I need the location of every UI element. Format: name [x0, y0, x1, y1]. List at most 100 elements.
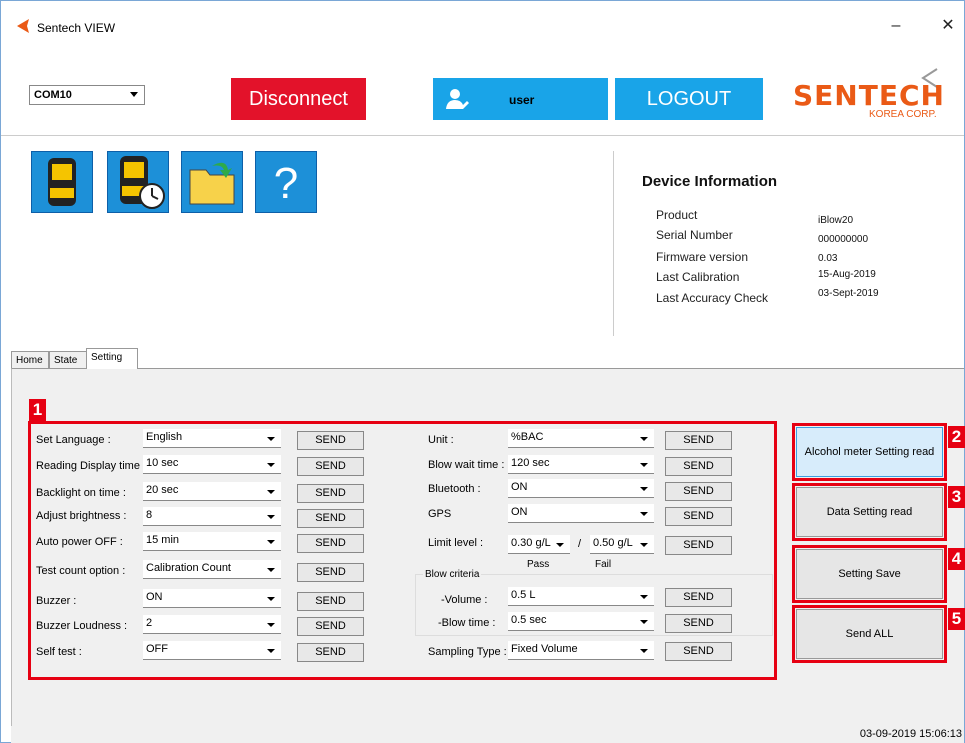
send-button[interactable]: SEND: [297, 563, 364, 582]
device-info-value: 15-Aug-2019: [818, 269, 876, 280]
device-info-label: Last Accuracy Check: [656, 291, 769, 305]
buzzer-loudness-select[interactable]: 2: [143, 615, 281, 634]
send-button[interactable]: SEND: [665, 482, 732, 501]
device-info-title: Device Information: [642, 173, 778, 190]
blow-wait-select[interactable]: 120 sec: [508, 455, 654, 474]
com-port-select[interactable]: COM10: [29, 85, 145, 105]
logo-brand: SENTECH: [793, 79, 945, 112]
volume-select[interactable]: 0.5 L: [508, 587, 654, 606]
brightness-select[interactable]: 8: [143, 507, 281, 526]
auto-power-select[interactable]: 15 min: [143, 532, 281, 551]
user-name: user: [509, 93, 535, 107]
blow-time-select[interactable]: 0.5 sec: [508, 612, 654, 631]
chevron-down-icon: [640, 512, 648, 516]
device-info-value: iBlow20: [818, 215, 854, 226]
setting-label: Self test :: [36, 646, 82, 658]
tab-state[interactable]: State: [49, 351, 87, 368]
send-button[interactable]: SEND: [665, 614, 732, 633]
chevron-down-icon: [640, 487, 648, 491]
reading-display-value: 10 sec: [146, 457, 179, 469]
divider: [613, 151, 614, 336]
backlight-select[interactable]: 20 sec: [143, 482, 281, 501]
buzzer-value: ON: [146, 591, 163, 603]
chevron-down-icon: [640, 620, 648, 624]
tab-setting[interactable]: Setting: [86, 348, 138, 369]
fail-label: Fail: [595, 559, 612, 570]
sampling-type-select[interactable]: Fixed Volume: [508, 641, 654, 660]
language-value: English: [146, 431, 183, 443]
send-all-button[interactable]: Send ALL: [796, 609, 943, 659]
send-button[interactable]: SEND: [665, 588, 732, 607]
tab-home[interactable]: Home: [11, 351, 49, 368]
send-button[interactable]: SEND: [297, 484, 364, 503]
blow-criteria-title: Blow criteria: [423, 569, 482, 580]
bluetooth-select[interactable]: ON: [508, 479, 654, 498]
chevron-down-icon: [267, 649, 275, 653]
chevron-down-icon: [267, 490, 275, 494]
minimize-button[interactable]: –: [881, 15, 911, 37]
setting-label: Unit :: [428, 434, 454, 446]
gps-select[interactable]: ON: [508, 504, 654, 523]
limit-separator: /: [578, 538, 582, 550]
limit-pass-value: 0.30 g/L: [511, 537, 551, 549]
device-icon[interactable]: [31, 151, 93, 213]
com-port-value: COM10: [34, 89, 72, 101]
setting-label: -Blow time :: [438, 617, 496, 629]
window-title: Sentech VIEW: [37, 21, 116, 35]
buzzer-loudness-value: 2: [146, 617, 153, 629]
device-info-label: Product: [656, 208, 698, 222]
send-button[interactable]: SEND: [297, 617, 364, 636]
device-history-icon[interactable]: [107, 151, 169, 213]
blow-time-value: 0.5 sec: [511, 614, 547, 626]
user-icon: [446, 89, 469, 109]
volume-value: 0.5 L: [511, 589, 536, 601]
backlight-value: 20 sec: [146, 484, 179, 496]
setting-save-button[interactable]: Setting Save: [796, 549, 943, 599]
app-logo-icon: [17, 19, 29, 33]
limit-pass-select[interactable]: 0.30 g/L: [508, 535, 570, 554]
user-badge: user: [433, 78, 608, 120]
send-button[interactable]: SEND: [297, 431, 364, 450]
send-button[interactable]: SEND: [297, 643, 364, 662]
disconnect-button[interactable]: Disconnect: [231, 78, 366, 120]
marker-5: 5: [948, 608, 965, 630]
send-button[interactable]: SEND: [665, 536, 732, 555]
help-icon[interactable]: ?: [255, 151, 317, 213]
chevron-down-icon: [640, 463, 648, 467]
alcohol-meter-setting-read-button[interactable]: Alcohol meter Setting read: [796, 427, 943, 477]
send-button[interactable]: SEND: [297, 534, 364, 553]
limit-fail-select[interactable]: 0.50 g/L: [590, 535, 654, 554]
unit-select[interactable]: %BAC: [508, 429, 654, 448]
send-button[interactable]: SEND: [665, 507, 732, 526]
test-count-value: Calibration Count: [146, 562, 231, 574]
send-button[interactable]: SEND: [297, 457, 364, 476]
send-button[interactable]: SEND: [297, 509, 364, 528]
limit-fail-value: 0.50 g/L: [593, 537, 633, 549]
folder-export-icon[interactable]: [181, 151, 243, 213]
test-count-select[interactable]: Calibration Count: [143, 560, 281, 579]
reading-display-select[interactable]: 10 sec: [143, 455, 281, 474]
setting-label: Bluetooth :: [428, 483, 481, 495]
send-button[interactable]: SEND: [665, 457, 732, 476]
data-setting-read-button[interactable]: Data Setting read: [796, 487, 943, 537]
setting-label: GPS: [428, 508, 452, 520]
close-button[interactable]: ✕: [933, 15, 963, 37]
setting-label: Buzzer Loudness :: [36, 620, 128, 632]
logout-button[interactable]: LOGOUT: [615, 78, 763, 120]
device-info-value: 03-Sept-2019: [818, 288, 879, 299]
chevron-down-icon: [267, 437, 275, 441]
chevron-down-icon: [267, 568, 275, 572]
chevron-down-icon: [267, 540, 275, 544]
setting-label: Buzzer :: [36, 595, 77, 607]
status-timestamp: 03-09-2019 15:06:13: [859, 728, 962, 740]
blow-wait-value: 120 sec: [511, 457, 550, 469]
send-button[interactable]: SEND: [297, 592, 364, 611]
help-glyph: ?: [274, 159, 298, 208]
send-button[interactable]: SEND: [665, 431, 732, 450]
chevron-down-icon: [267, 597, 275, 601]
buzzer-select[interactable]: ON: [143, 589, 281, 608]
self-test-select[interactable]: OFF: [143, 641, 281, 660]
setting-label: Auto power OFF :: [36, 536, 123, 548]
language-select[interactable]: English: [143, 429, 281, 448]
send-button[interactable]: SEND: [665, 642, 732, 661]
